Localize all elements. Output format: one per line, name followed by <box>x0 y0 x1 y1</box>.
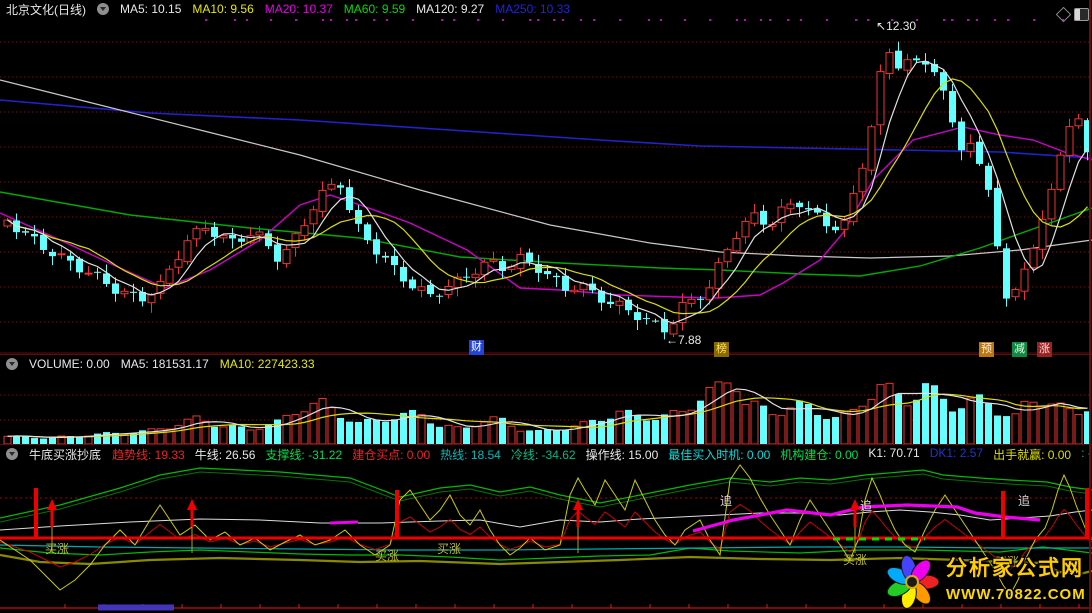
indicator-readout: 热线: 18.54 <box>440 446 501 463</box>
collapse-chevron-icon[interactable] <box>6 448 18 460</box>
buy-signal-label: 买涨 <box>375 547 399 564</box>
ma-readout: MA10: 9.56 <box>192 2 253 16</box>
volume-values: VOLUME: 0.00 MA5: 181531.17 MA10: 227423.3… <box>29 357 315 371</box>
main-chart-header: 北京文化(日线) MA5: 10.15 MA10: 9.56 MA20: 10.37… <box>0 0 570 18</box>
ma-values: MA5: 10.15 MA10: 9.56 MA20: 10.37 MA60: 9.5… <box>120 2 570 16</box>
panel-right-border <box>1089 0 1091 613</box>
chase-signal-label: 追 <box>1018 492 1030 509</box>
indicator-readout: 最佳买入时机: 0.00 <box>668 446 770 463</box>
event-tag[interactable]: 榜 <box>714 342 729 357</box>
app-window: 北京文化(日线) MA5: 10.15 MA10: 9.56 MA20: 10.37… <box>0 0 1092 613</box>
buy-signal-label: 买涨 <box>843 551 867 568</box>
scrollbar-thumb[interactable] <box>98 605 174 611</box>
ma-readout: MA120: 9.27 <box>416 2 484 16</box>
event-tag[interactable]: 预 <box>979 342 994 357</box>
event-tag[interactable]: 涨 <box>1037 342 1052 357</box>
peak-price-annotation: ↖12.30 <box>876 19 916 33</box>
volume-chart-canvas[interactable] <box>0 373 1092 445</box>
collapse-chevron-icon[interactable] <box>97 3 109 15</box>
watermark-site-url: WWW.70822.COM <box>946 586 1086 603</box>
indicator-values: 趋势线: 19.33 牛线: 26.56 支撑线: -31.22 建仓买点: 0.00… <box>112 446 1092 463</box>
indicator-header: 牛底买涨抄底 趋势线: 19.33 牛线: 26.56 支撑线: -31.22 建仓买… <box>0 445 1092 463</box>
indicator-readout: 趋势线: 19.33 <box>112 446 185 463</box>
indicator-readout: 牛线: 26.56 <box>195 446 256 463</box>
site-watermark: 分析家公式网 WWW.70822.COM <box>884 552 1086 612</box>
window-split-icon[interactable] <box>1074 8 1089 21</box>
indicator-readout: DK1: 2.57 <box>930 446 983 463</box>
ma-readout: MA60: 9.59 <box>344 2 405 16</box>
volume-readout: VOLUME: 0.00 <box>29 357 110 371</box>
indicator-readout: K1: 70.71 <box>868 446 919 463</box>
low-price-annotation: ←7.88 <box>666 333 701 347</box>
buy-signal-label: 买涨 <box>45 540 69 557</box>
ma-readout: MA5: 10.15 <box>120 2 181 16</box>
indicator-readout: 支撑线: -31.22 <box>265 446 342 463</box>
ma-readout: MA20: 10.37 <box>265 2 333 16</box>
buy-signal-label: 买涨 <box>437 540 461 557</box>
volume-readout: MA10: 227423.33 <box>220 357 315 371</box>
collapse-chevron-icon[interactable] <box>6 358 18 370</box>
stock-title: 北京文化(日线) <box>6 1 86 18</box>
indicator-readout: 建仓买点: 0.00 <box>352 446 430 463</box>
leader-arrow-icon: ↖ <box>876 19 886 33</box>
volume-readout: MA5: 181531.17 <box>121 357 209 371</box>
event-tag[interactable]: 减 <box>1012 342 1027 357</box>
indicator-readout: 机构建仓: 0.00 <box>780 446 858 463</box>
flower-logo-icon <box>884 552 942 612</box>
indicator-readout: 冷线: -34.62 <box>511 446 576 463</box>
ma-readout: MA250: 10.33 <box>495 2 570 16</box>
volume-header: VOLUME: 0.00 MA5: 181531.17 MA10: 227423.3… <box>0 355 315 373</box>
leader-arrow-icon: ← <box>666 333 678 347</box>
chase-signal-label: 追 <box>720 492 732 509</box>
chase-signal-label: 追 <box>860 497 872 514</box>
indicator-readout: 操作线: 15.00 <box>586 446 659 463</box>
watermark-site-name: 分析家公式网 <box>946 552 1086 582</box>
indicator-readout: 出手就赢: 0.00 <box>993 446 1071 463</box>
main-chart-canvas[interactable] <box>0 18 1092 354</box>
indicator-title: 牛底买涨抄底 <box>29 446 101 463</box>
event-tag[interactable]: 财 <box>469 340 484 355</box>
